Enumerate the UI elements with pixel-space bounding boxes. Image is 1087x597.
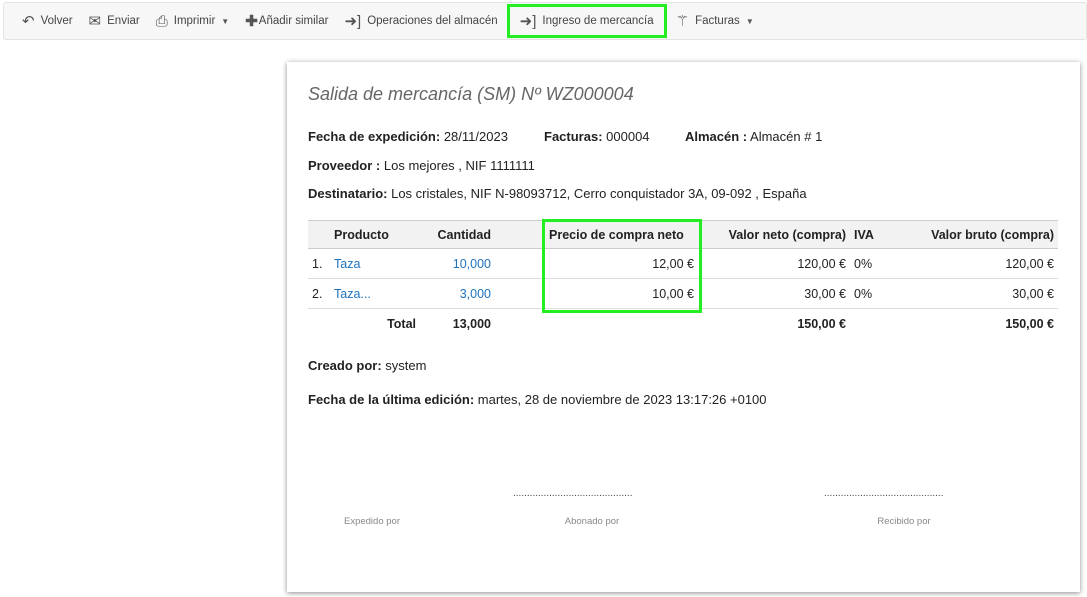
products-table: Producto Cantidad Precio de compra neto Val… (308, 220, 1058, 339)
caret-down-icon: ▼ (745, 16, 754, 26)
proveedor-line: Proveedor : Los mejores , NIF 1111111 (308, 158, 535, 173)
operaciones-almacen-button[interactable]: ➜] Operaciones del almacén (336, 3, 505, 39)
signature-line: ........................................… (513, 488, 633, 499)
creado-line: Creado por: system (308, 358, 427, 373)
caret-down-icon: ▼ (221, 16, 230, 26)
printer-icon: ⎙ (155, 12, 168, 30)
destinatario-line: Destinatario: Los cristales, NIF N-98093… (308, 186, 807, 201)
recibido-label: Recibido por (877, 516, 931, 527)
facturas-button[interactable]: ⚚ Facturas ▼ (668, 3, 762, 39)
quantity-link[interactable]: 3,000 (460, 287, 491, 301)
abonado-label: Abonado por (564, 516, 620, 527)
sign-in-icon: ➜] (519, 13, 537, 30)
facturas-line: Facturas: 000004 (544, 129, 650, 144)
almacen-line: Almacén : Almacén # 1 (685, 129, 823, 144)
table-row: 2. Taza... 3,000 10,00 €30,00 €0% 30,00 € (308, 278, 1058, 309)
table-row: 1. Taza 10,000 12,00 €120,00 €0% 120,00 € (308, 248, 1058, 279)
quantity-link[interactable]: 10,000 (453, 257, 491, 271)
ingreso-mercancia-button[interactable]: ➜] Ingreso de mercancía (506, 3, 668, 39)
toolbar: ↶ Volver ✉ Enviar ⎙ Imprimir ▼ ✚ Añadir simil… (3, 2, 1087, 40)
undo-icon: ↶ (22, 13, 35, 30)
enviar-button[interactable]: ✉ Enviar (81, 3, 148, 39)
expedido-label: Expedido por (344, 516, 400, 527)
document-title: Salida de mercancía (SM) Nº WZ000004 (308, 84, 634, 104)
total-row: Total 13,000 150,00 €150,00 € (387, 316, 1054, 331)
table-header: Producto Cantidad Precio de compra neto Val… (308, 220, 1058, 249)
signature-line: ........................................… (824, 488, 944, 499)
plus-icon: ✚ (245, 13, 258, 30)
document: Salida de mercancía (SM) Nº WZ000004 Fec… (287, 62, 1080, 592)
envelope-icon: ✉ (88, 13, 102, 30)
volver-button[interactable]: ↶ Volver (14, 3, 81, 39)
edicion-line: Fecha de la última edición: martes, 28 d… (308, 392, 767, 407)
product-link[interactable]: Taza (334, 257, 360, 271)
fecha-line: Fecha de expedición: 28/11/2023 (308, 129, 508, 144)
imprimir-button[interactable]: ⎙ Imprimir ▼ (148, 3, 237, 39)
sign-in-icon: ➜] (344, 13, 362, 30)
magic-wand-icon: ⚚ (675, 13, 690, 30)
anadir-similar-button[interactable]: ✚ Añadir similar (237, 3, 336, 39)
product-link[interactable]: Taza... (334, 287, 371, 301)
